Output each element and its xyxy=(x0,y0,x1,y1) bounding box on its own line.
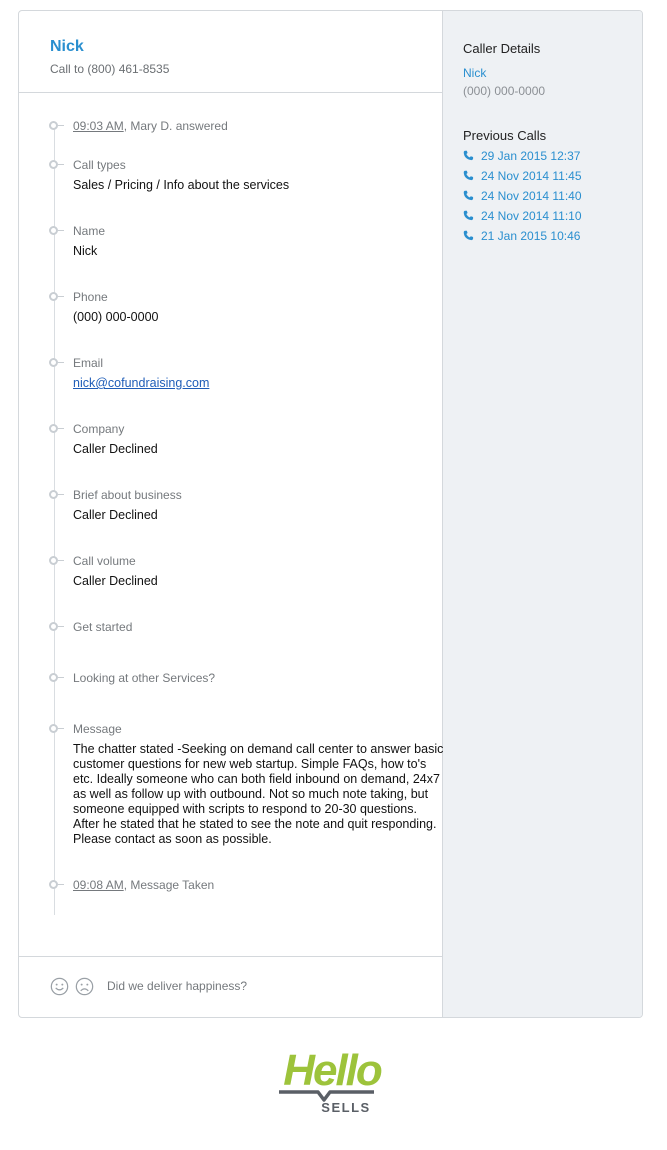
field-value: Sales / Pricing / Info about the service… xyxy=(73,178,290,192)
previous-calls-title: Previous Calls xyxy=(463,128,547,143)
timeline-dot xyxy=(49,556,64,565)
field-label: Call types xyxy=(73,158,126,172)
field-label: Get started xyxy=(73,620,133,634)
hello-sells-logo: Hello SELLS xyxy=(279,1046,384,1115)
timeline-dot xyxy=(49,622,64,631)
field-label: Looking at other Services? xyxy=(73,671,216,685)
phone-icon xyxy=(463,170,474,181)
email-link[interactable]: nick@cofundraising.com xyxy=(73,376,209,390)
answered-time: 09:03 AM xyxy=(73,119,124,133)
sidebar-caller-phone: (000) 000-0000 xyxy=(463,84,546,98)
call-to-number: Call to (800) 461-8535 xyxy=(50,62,170,76)
field-label: Message xyxy=(73,722,122,736)
happy-face-icon[interactable] xyxy=(50,977,69,996)
timeline-dot xyxy=(49,724,64,733)
previous-call-date: 29 Jan 2015 12:37 xyxy=(481,149,581,163)
field-label: Name xyxy=(73,224,106,238)
timeline-dot xyxy=(49,292,64,301)
field-value: Caller Declined xyxy=(73,508,158,522)
caller-name: Nick xyxy=(50,38,84,55)
answered-label: 09:03 AM, Mary D. answered xyxy=(73,119,228,133)
timeline-dot xyxy=(49,226,64,235)
logo-sub: SELLS xyxy=(321,1100,370,1115)
feedback-bar: Did we deliver happiness? xyxy=(19,956,443,1017)
caller-sidebar: Caller Details Nick (000) 000-0000 Previ… xyxy=(443,11,642,1017)
field-label: Email xyxy=(73,356,104,370)
field-label: Company xyxy=(73,422,125,436)
field-value: Caller Declined xyxy=(73,442,158,456)
caller-details-title: Caller Details xyxy=(463,41,541,56)
field-value: nick@cofundraising.com xyxy=(73,376,209,390)
timeline-dot xyxy=(49,490,64,499)
previous-call-date: 24 Nov 2014 11:40 xyxy=(481,189,582,203)
sad-face-icon[interactable] xyxy=(75,977,94,996)
call-header: Nick Call to (800) 461-8535 xyxy=(19,11,443,93)
phone-icon xyxy=(463,190,474,201)
field-value: Nick xyxy=(73,244,98,258)
call-summary-card: Nick Call to (800) 461-8535 09:03 AM, Ma… xyxy=(18,10,643,1018)
message-text: The chatter stated -Seeking on demand ca… xyxy=(73,742,444,846)
taken-time: 09:08 AM xyxy=(73,878,124,892)
call-main-panel: Nick Call to (800) 461-8535 09:03 AM, Ma… xyxy=(19,11,443,1017)
timeline-dot xyxy=(49,121,64,130)
timeline-line xyxy=(54,125,55,915)
field-label: Brief about business xyxy=(73,488,182,502)
field-label: Call volume xyxy=(73,554,136,568)
timeline-dot xyxy=(49,880,64,889)
message-taken-label: 09:08 AM, Message Taken xyxy=(73,878,214,892)
timeline-dot xyxy=(49,358,64,367)
timeline-dot xyxy=(49,673,64,682)
logo-word: Hello xyxy=(283,1046,382,1095)
phone-icon xyxy=(463,210,474,221)
phone-icon xyxy=(463,230,474,241)
field-value: (000) 000-0000 xyxy=(73,310,159,324)
previous-call-date: 24 Nov 2014 11:45 xyxy=(481,169,582,183)
field-label: Phone xyxy=(73,290,108,304)
taken-text: , Message Taken xyxy=(123,878,215,892)
answered-text: , Mary D. answered xyxy=(123,119,228,133)
sidebar-caller-name[interactable]: Nick xyxy=(463,66,486,80)
timeline-dot xyxy=(49,424,64,433)
phone-icon xyxy=(463,150,474,161)
previous-call-date: 21 Jan 2015 10:46 xyxy=(481,229,581,243)
feedback-question: Did we deliver happiness? xyxy=(107,979,248,993)
previous-call-date: 24 Nov 2014 11:10 xyxy=(481,209,582,223)
field-value: Caller Declined xyxy=(73,574,158,588)
timeline-dot xyxy=(49,160,64,169)
